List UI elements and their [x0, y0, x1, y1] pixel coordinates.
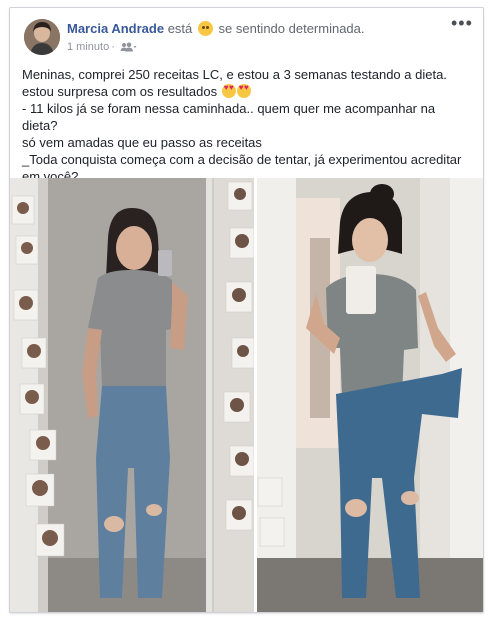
- meta-separator: ·: [111, 41, 115, 53]
- post-meta: 1 minuto ·: [67, 40, 137, 56]
- author-name[interactable]: Marcia Andrade: [67, 21, 164, 36]
- post-header-line: Marcia Andrade está se sentindo determin…: [67, 21, 447, 37]
- post-timestamp[interactable]: 1 minuto: [67, 41, 109, 53]
- avatar-image: [24, 19, 60, 55]
- feeling-emoji-icon: [197, 21, 213, 36]
- post-card: Marcia Andrade está se sentindo determin…: [9, 7, 484, 613]
- feeling-verb: está: [167, 21, 193, 36]
- feeling-text: se sentindo determinada.: [218, 21, 365, 36]
- post-text-line: _Toda conquista começa com a decisão de …: [22, 152, 462, 167]
- post-text-line: Meninas, comprei 250 receitas LC, e esto…: [22, 67, 447, 82]
- post-text-line: estou surpresa com os resultados: [22, 84, 218, 99]
- heart-eyes-icon: [221, 84, 236, 98]
- heart-eyes-icon: [236, 84, 251, 98]
- post-text-line: - 11 kilos já se foram nessa caminhada..…: [22, 101, 436, 133]
- post-photo[interactable]: [10, 178, 483, 612]
- post-text-line: só vem amadas que eu passo as receitas: [22, 135, 262, 150]
- friends-icon[interactable]: [120, 42, 137, 56]
- post-text-line-with-emoji: estou surpresa com os resultados: [22, 83, 474, 100]
- post-text: Meninas, comprei 250 receitas LC, e esto…: [22, 66, 474, 185]
- before-after-photo: [10, 178, 483, 612]
- avatar[interactable]: [24, 19, 60, 55]
- more-options-button[interactable]: •••: [451, 14, 472, 34]
